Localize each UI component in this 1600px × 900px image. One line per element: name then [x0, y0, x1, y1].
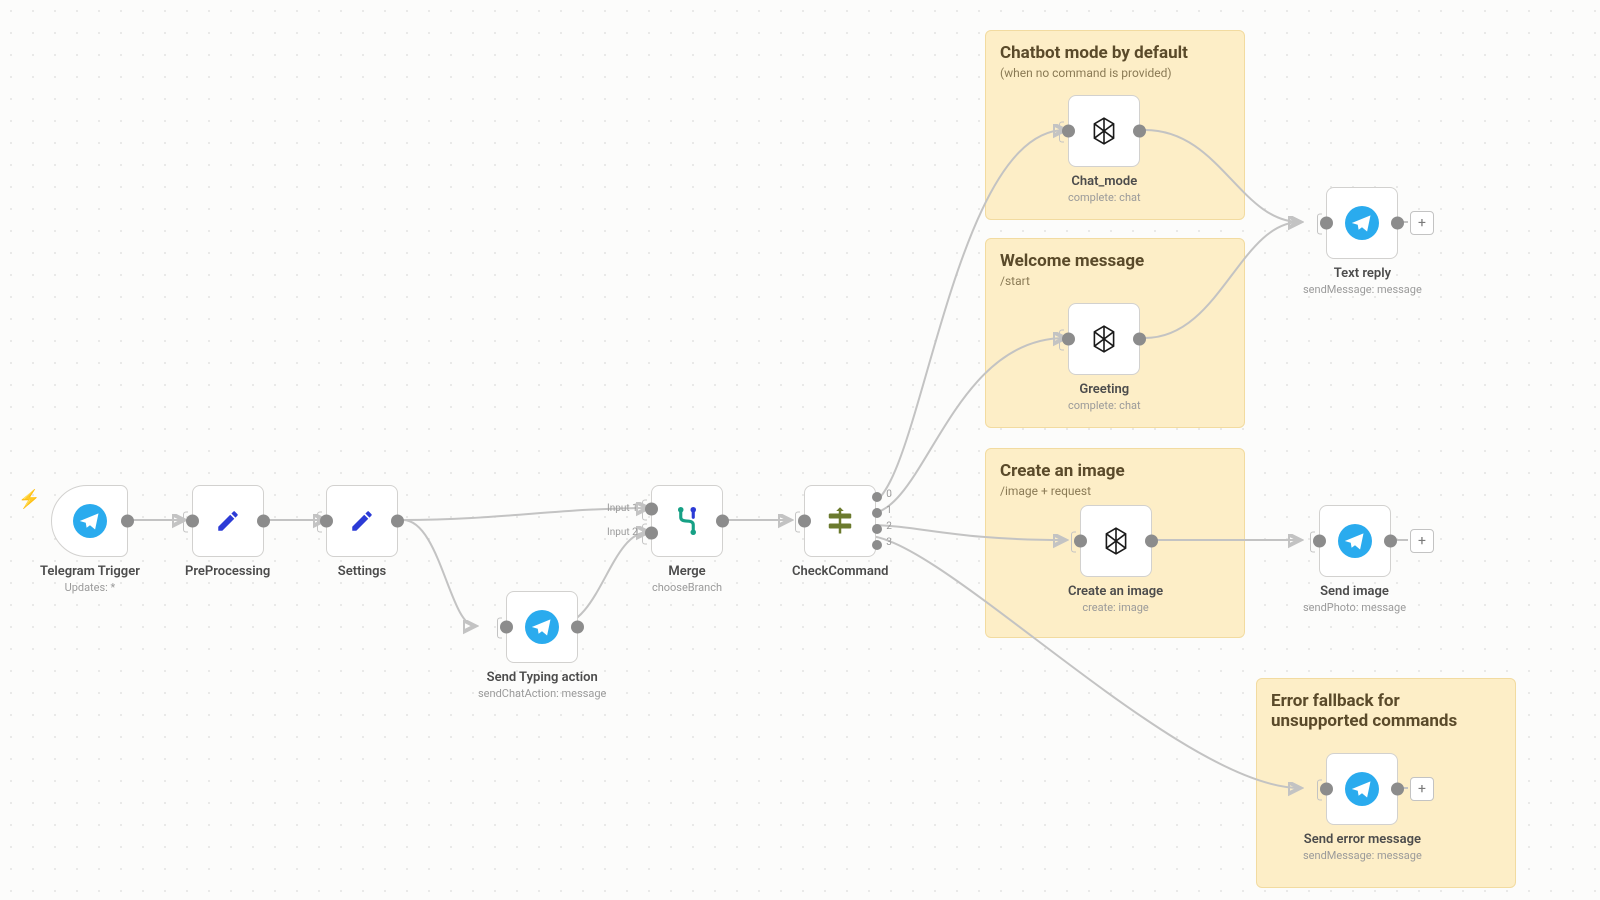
port-in[interactable]: [1062, 333, 1075, 346]
merge-input2-label: Input 2: [607, 527, 638, 538]
sticky-sub: /start: [1000, 274, 1230, 288]
workflow-canvas[interactable]: Chatbot mode by default (when no command…: [0, 0, 1600, 900]
port-in[interactable]: [1313, 535, 1326, 548]
node-title: Merge: [668, 564, 705, 579]
node-sub: chooseBranch: [652, 581, 722, 594]
port-in[interactable]: [500, 621, 513, 634]
telegram-icon: [73, 504, 107, 538]
port-out[interactable]: [1133, 125, 1146, 138]
port-in-1[interactable]: [645, 503, 658, 516]
telegram-icon: [1345, 206, 1379, 240]
port-out[interactable]: [1133, 333, 1146, 346]
sticky-title: Chatbot mode by default: [1000, 43, 1230, 63]
node-sub: create: image: [1082, 601, 1148, 614]
telegram-icon: [1345, 772, 1379, 806]
port-out[interactable]: [716, 515, 729, 528]
merge-input1-label: Input 1: [607, 503, 638, 514]
openai-icon: [1088, 323, 1120, 355]
node-sub: Updates: *: [65, 581, 116, 594]
openai-icon: [1088, 115, 1120, 147]
node-title: CheckCommand: [792, 564, 888, 579]
node-title: Chat_mode: [1071, 174, 1137, 189]
sticky-sub: (when no command is provided): [1000, 66, 1230, 80]
port-in[interactable]: [1320, 217, 1333, 230]
port-in[interactable]: [1074, 535, 1087, 548]
node-title: Create an image: [1068, 584, 1163, 599]
node-title: Send error message: [1304, 832, 1421, 847]
node-title: PreProcessing: [185, 564, 270, 579]
port-out-2[interactable]: 2: [872, 524, 882, 534]
node-create-image[interactable]: Create an image create: image: [1068, 505, 1163, 614]
sticky-sub: /image + request: [1000, 484, 1230, 498]
port-in[interactable]: [320, 515, 333, 528]
port-out[interactable]: [1145, 535, 1158, 548]
node-send-error[interactable]: Send error message sendMessage: message: [1303, 753, 1422, 862]
node-sub: complete: chat: [1068, 191, 1141, 204]
node-title: Greeting: [1079, 382, 1129, 397]
sticky-title: Welcome message: [1000, 251, 1230, 271]
port-out[interactable]: [1384, 535, 1397, 548]
node-settings[interactable]: Settings: [326, 485, 398, 579]
add-node-button[interactable]: +: [1410, 529, 1434, 553]
port-in[interactable]: [1062, 125, 1075, 138]
port-in[interactable]: [186, 515, 199, 528]
node-sub: sendMessage: message: [1303, 849, 1422, 862]
port-out-1[interactable]: 1: [872, 508, 882, 518]
merge-icon: [672, 506, 702, 536]
openai-icon: [1100, 525, 1132, 557]
node-title: Send Typing action: [487, 670, 598, 685]
node-sub: sendPhoto: message: [1303, 601, 1406, 614]
pencil-icon: [215, 508, 241, 534]
sticky-title: Create an image: [1000, 461, 1230, 481]
port-out-3[interactable]: 3: [872, 540, 882, 550]
telegram-icon: [525, 610, 559, 644]
port-out-0[interactable]: 0: [872, 492, 882, 502]
telegram-icon: [1338, 524, 1372, 558]
port-in-2[interactable]: [645, 527, 658, 540]
node-sub: complete: chat: [1068, 399, 1141, 412]
port-out[interactable]: [391, 515, 404, 528]
port-in[interactable]: [798, 515, 811, 528]
trigger-bolt-icon: ⚡: [18, 489, 40, 510]
node-title: Send image: [1320, 584, 1389, 599]
node-send-image[interactable]: Send image sendPhoto: message: [1303, 505, 1406, 614]
node-sub: sendChatAction: message: [478, 687, 606, 700]
add-node-button[interactable]: +: [1410, 211, 1434, 235]
node-chat-mode[interactable]: Chat_mode complete: chat: [1068, 95, 1141, 204]
node-title: Telegram Trigger: [40, 564, 140, 579]
sticky-title: Error fallback for unsupported commands: [1271, 691, 1501, 731]
port-out[interactable]: [1391, 217, 1404, 230]
node-preprocessing[interactable]: PreProcessing: [185, 485, 270, 579]
switch-icon: [825, 506, 855, 536]
port-in[interactable]: [1320, 783, 1333, 796]
node-check-command[interactable]: 0 1 2 3 CheckCommand: [792, 485, 888, 579]
add-node-button[interactable]: +: [1410, 777, 1434, 801]
node-greeting[interactable]: Greeting complete: chat: [1068, 303, 1141, 412]
node-telegram-trigger[interactable]: ⚡ Telegram Trigger Updates: *: [40, 485, 140, 594]
port-out[interactable]: [1391, 783, 1404, 796]
node-title: Settings: [338, 564, 386, 579]
node-send-typing[interactable]: Send Typing action sendChatAction: messa…: [478, 591, 606, 700]
pencil-icon: [349, 508, 375, 534]
multi-output-ports: 0 1 2 3: [872, 492, 882, 550]
port-out[interactable]: [121, 515, 134, 528]
node-sub: sendMessage: message: [1303, 283, 1422, 296]
port-out[interactable]: [571, 621, 584, 634]
node-text-reply[interactable]: Text reply sendMessage: message: [1303, 187, 1422, 296]
node-title: Text reply: [1334, 266, 1391, 281]
port-out[interactable]: [257, 515, 270, 528]
node-merge[interactable]: Input 1 Input 2 Merge chooseBranch: [651, 485, 723, 594]
